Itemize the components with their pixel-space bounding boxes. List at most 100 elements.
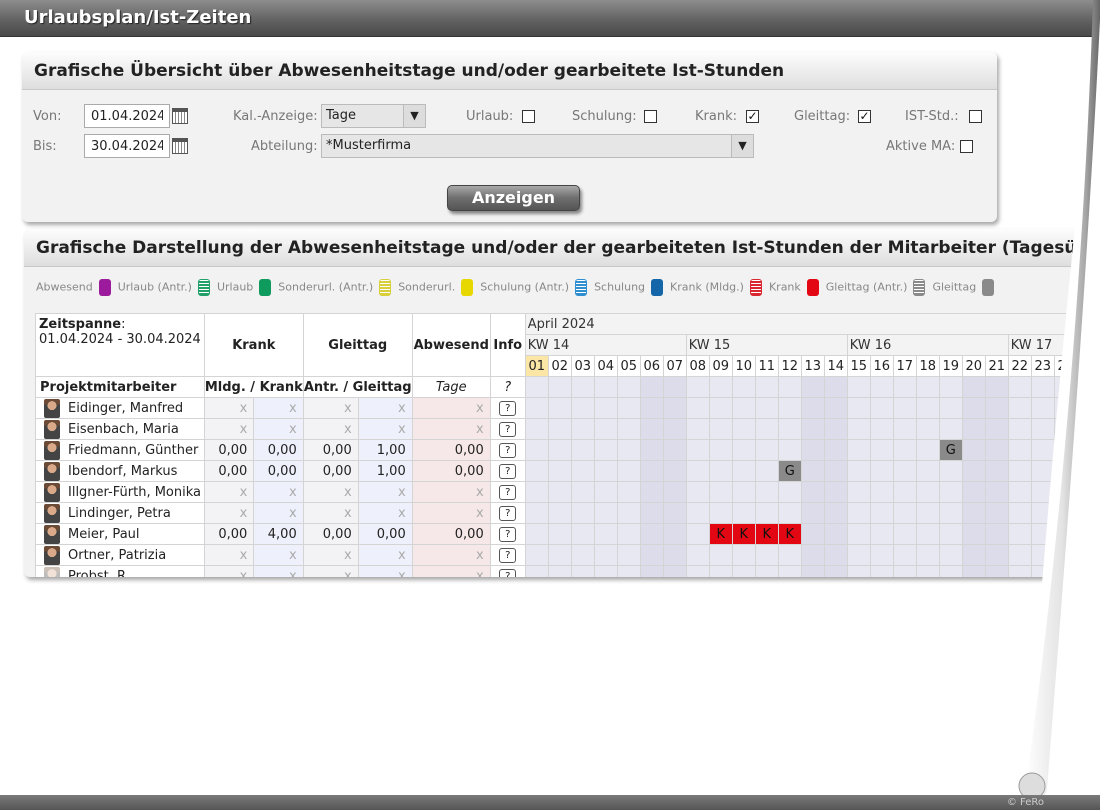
day-cell: [547, 481, 572, 503]
employee-name[interactable]: Probst, R.: [68, 569, 130, 578]
info-button[interactable]: ?: [499, 527, 517, 542]
employee-name[interactable]: Ibendorf, Markus: [68, 464, 177, 479]
day-header: 03: [570, 355, 595, 377]
day-cell[interactable]: K: [731, 523, 756, 545]
day-cell[interactable]: K: [754, 523, 779, 545]
info-button[interactable]: ?: [499, 485, 517, 500]
day-cell: [800, 481, 825, 503]
day-cell: [685, 481, 710, 503]
employee-row: Ortner, Patrizia x x x x x?: [35, 544, 1078, 566]
day-cell: [915, 502, 940, 524]
day-cell: [616, 481, 641, 503]
info-button[interactable]: ?: [499, 443, 517, 458]
day-cell: [1030, 481, 1055, 503]
day-cell: [616, 376, 641, 398]
employee-name-cell: Friedmann, Günther: [35, 439, 205, 461]
day-cell: [869, 418, 894, 440]
info-button[interactable]: ?: [499, 401, 517, 416]
employee-name[interactable]: Eisenbach, Maria: [68, 422, 179, 437]
employee-name[interactable]: Eidinger, Manfred: [68, 401, 183, 416]
day-cell: [915, 565, 940, 577]
day-cell: [524, 481, 549, 503]
day-cell: [1030, 460, 1055, 482]
day-header: 01: [524, 355, 549, 377]
day-cell: [823, 565, 848, 577]
day-cell: [800, 376, 825, 398]
day-header: 17: [892, 355, 917, 377]
kal-anzeige-label: Kal.-Anzeige:: [233, 109, 318, 124]
legend-swatch: [982, 279, 995, 296]
day-cell: [639, 481, 664, 503]
mldg-value: x: [203, 502, 255, 524]
info-button[interactable]: ?: [499, 464, 517, 479]
gleittag-checkbox[interactable]: ✓: [858, 110, 871, 123]
day-cell[interactable]: K: [708, 523, 733, 545]
day-cell: [754, 439, 779, 461]
employee-name[interactable]: Friedmann, Günther: [68, 443, 198, 458]
antr-value: 0,00: [302, 523, 359, 545]
employee-name[interactable]: Lindinger, Petra: [68, 506, 171, 521]
info-button[interactable]: ?: [499, 548, 517, 563]
von-date-input[interactable]: [84, 104, 170, 128]
day-cell: [570, 481, 595, 503]
abw-value: x: [411, 481, 491, 503]
day-cell: [800, 523, 825, 545]
day-cell: [1053, 418, 1078, 440]
krank-checkbox[interactable]: ✓: [746, 110, 759, 123]
employee-name[interactable]: Ortner, Patrizia: [68, 548, 166, 563]
day-cell: [892, 565, 917, 577]
day-cell: [938, 460, 963, 482]
day-cell[interactable]: G: [938, 439, 963, 461]
day-cell: [708, 460, 733, 482]
abw-value: x: [411, 544, 491, 566]
legend-swatch: [913, 279, 926, 296]
day-cell: [731, 502, 756, 524]
employee-row: Friedmann, Günther 0,00 0,00 0,00 1,00 0,00? G: [35, 439, 1078, 461]
day-cell: [1007, 565, 1032, 577]
info-button[interactable]: ?: [499, 569, 517, 577]
aktive-ma-checkbox[interactable]: [960, 140, 973, 153]
abteilung-select[interactable]: *Musterfirma ▼: [321, 134, 754, 158]
avatar: [44, 503, 60, 523]
legend-swatch: [259, 279, 272, 296]
day-cell: [846, 397, 871, 419]
info-button[interactable]: ?: [499, 506, 517, 521]
day-cell: [1007, 460, 1032, 482]
day-cell[interactable]: K: [777, 523, 802, 545]
day-cell: [662, 397, 687, 419]
employee-name[interactable]: Meier, Paul: [68, 527, 140, 542]
calendar-icon[interactable]: [172, 108, 188, 124]
info-button[interactable]: ?: [499, 422, 517, 437]
filter-panel-title: Grafische Übersicht über Abwesenheitstag…: [22, 52, 997, 90]
day-cell: [1007, 502, 1032, 524]
ist-std-checkbox[interactable]: [969, 110, 982, 123]
kal-anzeige-value: Tage: [326, 108, 357, 123]
urlaub-checkbox[interactable]: [522, 110, 535, 123]
day-cell: [892, 439, 917, 461]
avatar: [44, 398, 60, 418]
day-cell: [823, 376, 848, 398]
kal-anzeige-select[interactable]: Tage ▼: [321, 104, 426, 128]
calendar-icon[interactable]: [172, 138, 188, 154]
day-cell: [961, 481, 986, 503]
day-cell: [800, 439, 825, 461]
abw-value: 0,00: [411, 460, 491, 482]
employee-row: Illgner-Fürth, Monika x x x x x?: [35, 481, 1078, 503]
day-cell: [869, 523, 894, 545]
day-cell: [869, 397, 894, 419]
day-cell: [708, 502, 733, 524]
bis-date-input[interactable]: [84, 134, 170, 158]
day-cell[interactable]: G: [777, 460, 802, 482]
schulung-checkbox[interactable]: [644, 110, 657, 123]
krank-value: x: [253, 481, 304, 503]
employee-name-cell: Eidinger, Manfred: [35, 397, 205, 419]
day-cell: [823, 460, 848, 482]
day-cell: [1007, 439, 1032, 461]
employee-name[interactable]: Illgner-Fürth, Monika: [68, 485, 201, 500]
anzeigen-button[interactable]: Anzeigen: [447, 185, 580, 211]
bis-label: Bis:: [33, 139, 57, 154]
day-cell: [524, 565, 549, 577]
legend-swatch: [197, 279, 210, 296]
day-cell: [593, 544, 618, 566]
info-cell: ?: [489, 502, 526, 524]
